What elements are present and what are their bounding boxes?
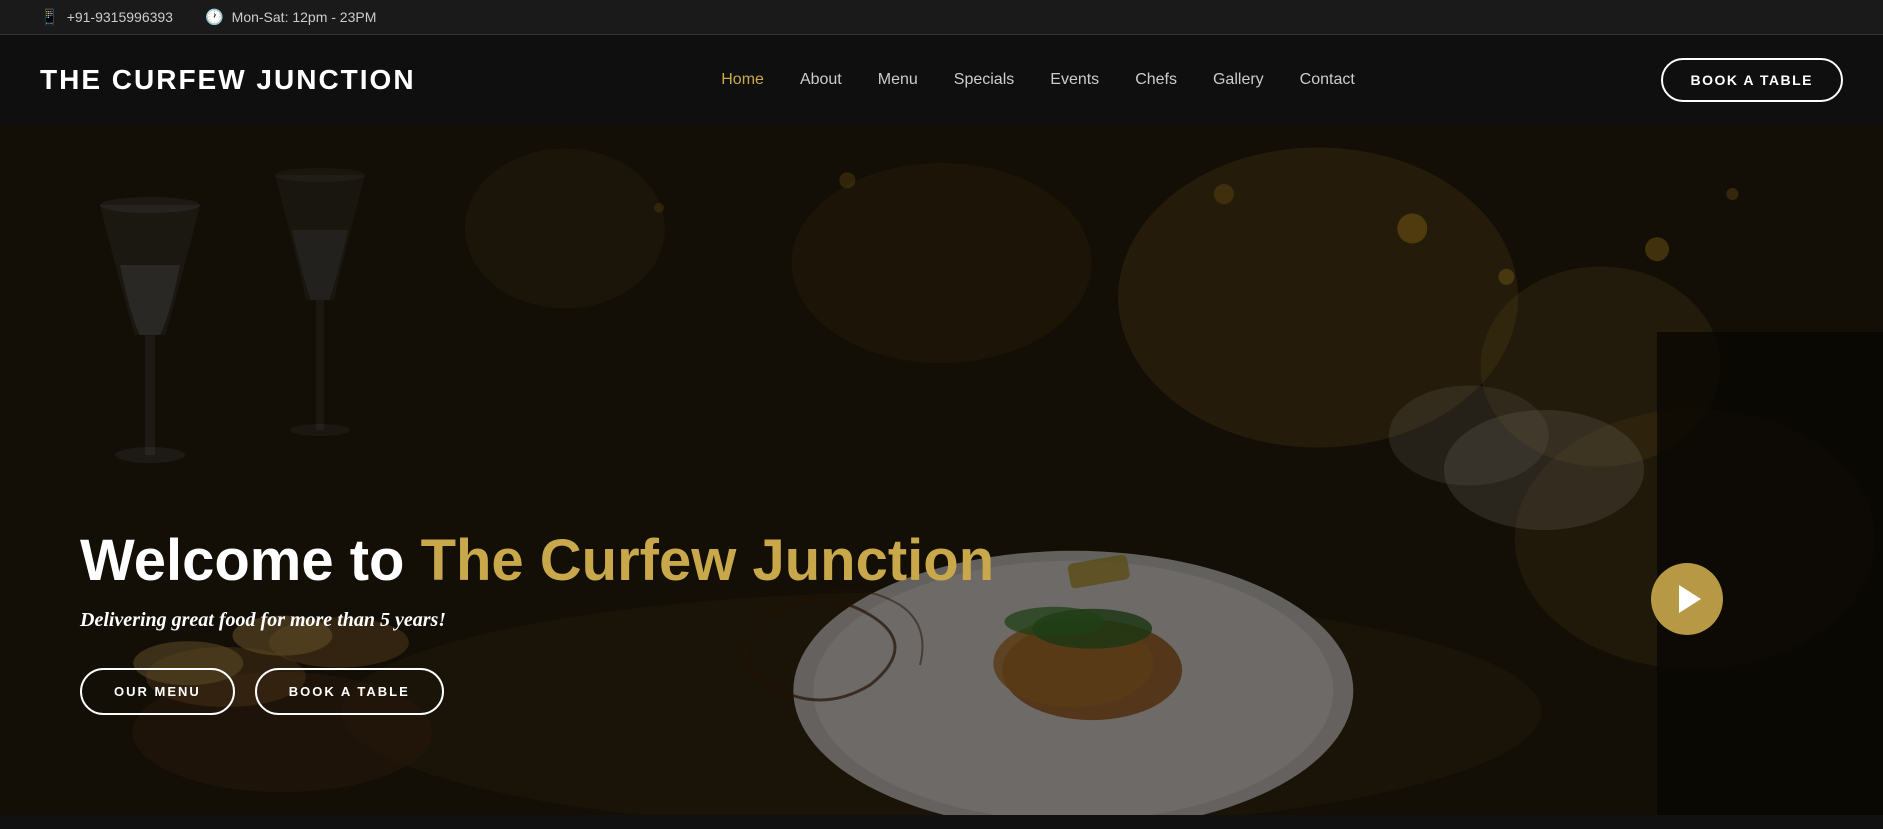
hero-section: Welcome to The Curfew Junction Deliverin… (0, 125, 1883, 815)
play-icon (1679, 585, 1701, 613)
nav-links: Home About Menu Specials Events Chefs Ga… (721, 71, 1355, 89)
top-bar: 📱 +91-9315996393 🕐 Mon-Sat: 12pm - 23PM (0, 0, 1883, 35)
site-logo[interactable]: THE CURFEW JUNCTION (40, 64, 416, 96)
nav-item-menu[interactable]: Menu (878, 71, 918, 89)
hero-subtitle: Delivering great food for more than 5 ye… (80, 609, 994, 632)
nav-item-gallery[interactable]: Gallery (1213, 71, 1264, 89)
navbar: THE CURFEW JUNCTION Home About Menu Spec… (0, 35, 1883, 125)
phone-item: 📱 +91-9315996393 (40, 8, 173, 26)
hero-content: Welcome to The Curfew Junction Deliverin… (0, 529, 994, 735)
hero-title-prefix: Welcome to (80, 528, 421, 593)
hero-book-table-button[interactable]: BOOK A TABLE (255, 668, 444, 715)
hours-item: 🕐 Mon-Sat: 12pm - 23PM (205, 8, 376, 26)
hero-title-accent: The Curfew Junction (421, 528, 995, 593)
nav-book-button[interactable]: BOOK A TABLE (1661, 58, 1843, 102)
hours-text: Mon-Sat: 12pm - 23PM (232, 9, 377, 25)
hero-title: Welcome to The Curfew Junction (80, 529, 994, 593)
nav-item-contact[interactable]: Contact (1300, 71, 1355, 89)
our-menu-button[interactable]: OUR MENU (80, 668, 235, 715)
phone-number: +91-9315996393 (67, 9, 173, 25)
nav-item-events[interactable]: Events (1050, 71, 1099, 89)
phone-icon: 📱 (40, 8, 59, 26)
nav-item-about[interactable]: About (800, 71, 842, 89)
clock-icon: 🕐 (205, 8, 224, 26)
play-video-button[interactable] (1651, 563, 1723, 635)
nav-item-chefs[interactable]: Chefs (1135, 71, 1177, 89)
nav-item-specials[interactable]: Specials (954, 71, 1014, 89)
hero-actions: OUR MENU BOOK A TABLE (80, 668, 994, 715)
nav-item-home[interactable]: Home (721, 71, 764, 89)
